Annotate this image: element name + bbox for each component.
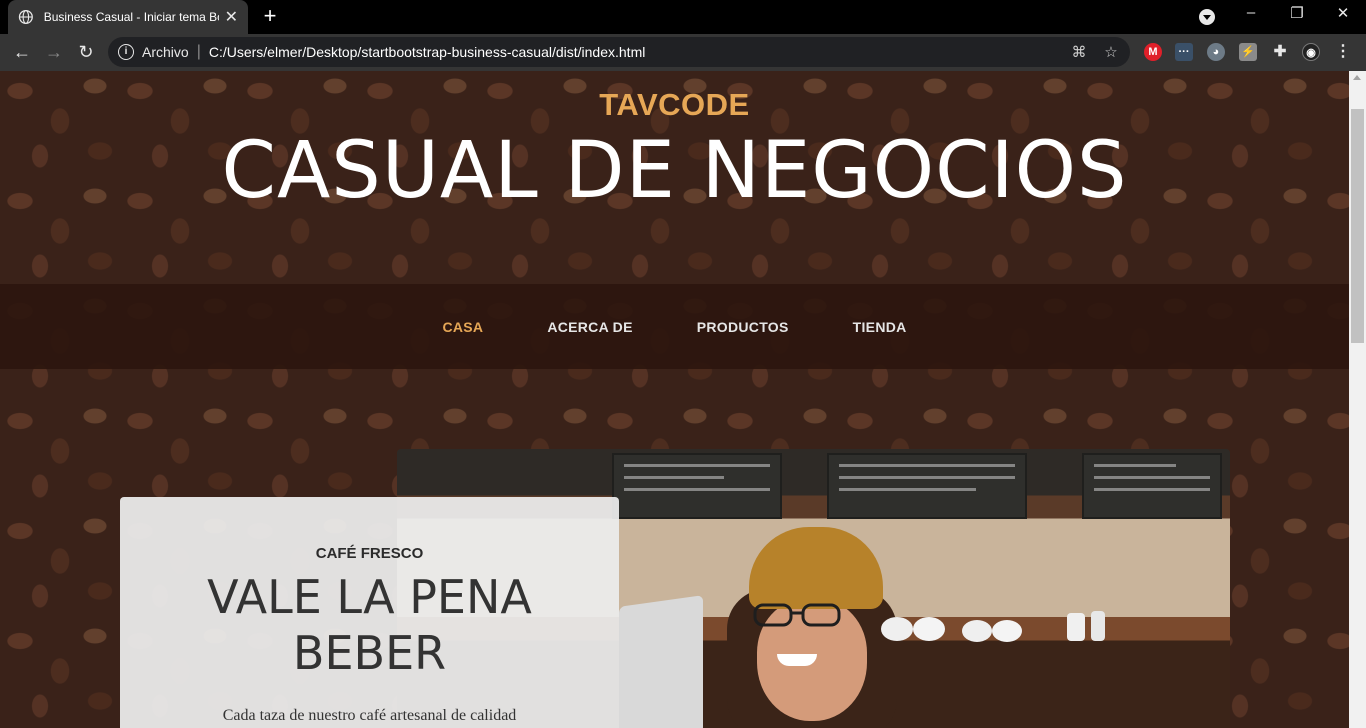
extension-pdf-icon[interactable]: ⚡ <box>1239 43 1257 61</box>
minimize-icon[interactable]: – <box>1239 4 1263 21</box>
nav-item-tienda[interactable]: TIENDA <box>853 319 907 335</box>
scroll-thumb[interactable] <box>1351 109 1364 343</box>
intro-card: CAFÉ FRESCO VALE LA PENA BEBER Cada taza… <box>120 497 619 728</box>
browser-toolbar: ← → ↻ i Archivo | C:/Users/elmer/Desktop… <box>0 34 1366 71</box>
puzzle-icon[interactable]: ✚ <box>1271 43 1289 61</box>
menu-icon[interactable]: ⋮ <box>1334 43 1352 61</box>
person-beanie <box>749 527 883 609</box>
avatar[interactable]: ◉ <box>1302 43 1320 61</box>
plus-icon[interactable]: + <box>258 5 282 29</box>
globe-icon <box>18 9 33 25</box>
heading-upper: TAVCODE <box>599 87 750 122</box>
scrollbar[interactable] <box>1349 71 1366 728</box>
intro-lower: VALE LA PENA BEBER <box>207 570 532 680</box>
info-icon[interactable]: i <box>118 44 134 60</box>
restore-icon[interactable]: ❐ <box>1285 4 1309 22</box>
browser-titlebar: Business Casual - Iniciar tema Bo ✕ + – … <box>0 0 1366 34</box>
window-close-icon[interactable]: ✕ <box>1331 4 1355 22</box>
cups <box>881 611 1105 642</box>
person-smile <box>777 654 817 666</box>
intro-text: Cada taza de nuestro café artesanal de c… <box>222 707 517 724</box>
nav-item-productos[interactable]: PRODUCTOS <box>697 319 789 335</box>
extension-mega-icon[interactable]: M <box>1144 43 1162 61</box>
main-nav: CASA ACERCA DE PRODUCTOS TIENDA <box>0 284 1349 369</box>
extension-cat-icon[interactable]: ◕ <box>1207 43 1225 61</box>
extension-dots-icon[interactable]: ··· <box>1175 43 1193 61</box>
reload-icon[interactable]: ↻ <box>74 40 98 64</box>
nav-item-casa[interactable]: CASA <box>442 319 483 335</box>
divider: | <box>196 43 201 60</box>
page-viewport: TAVCODE CASUAL DE NEGOCIOS CASA ACERCA D… <box>0 71 1349 728</box>
menu-board <box>612 453 782 519</box>
close-icon[interactable]: ✕ <box>225 7 238 27</box>
menu-board <box>827 453 1027 519</box>
browser-tab[interactable]: Business Casual - Iniciar tema Bo ✕ <box>8 0 248 34</box>
url-text[interactable]: C:/Users/elmer/Desktop/startbootstrap-bu… <box>209 44 646 60</box>
back-icon[interactable]: ← <box>10 40 34 64</box>
menu-board <box>1082 453 1222 519</box>
cash-register <box>619 595 703 728</box>
forward-icon[interactable]: → <box>42 40 66 64</box>
star-icon[interactable]: ☆ <box>1102 44 1120 62</box>
tab-search-icon[interactable] <box>1199 9 1215 25</box>
heading-lower: CASUAL DE NEGOCIOS <box>221 126 1128 216</box>
intro-upper: CAFÉ FRESCO <box>315 545 424 562</box>
nav-item-acerca-de[interactable]: ACERCA DE <box>547 319 632 335</box>
translate-icon[interactable]: ⌘ <box>1070 44 1088 62</box>
scheme-label: Archivo <box>142 44 189 60</box>
tab-title: Business Casual - Iniciar tema Bo <box>43 10 219 24</box>
glasses <box>753 603 841 627</box>
address-bar[interactable]: i Archivo | C:/Users/elmer/Desktop/start… <box>108 37 1130 67</box>
scroll-up-icon[interactable] <box>1353 75 1361 80</box>
